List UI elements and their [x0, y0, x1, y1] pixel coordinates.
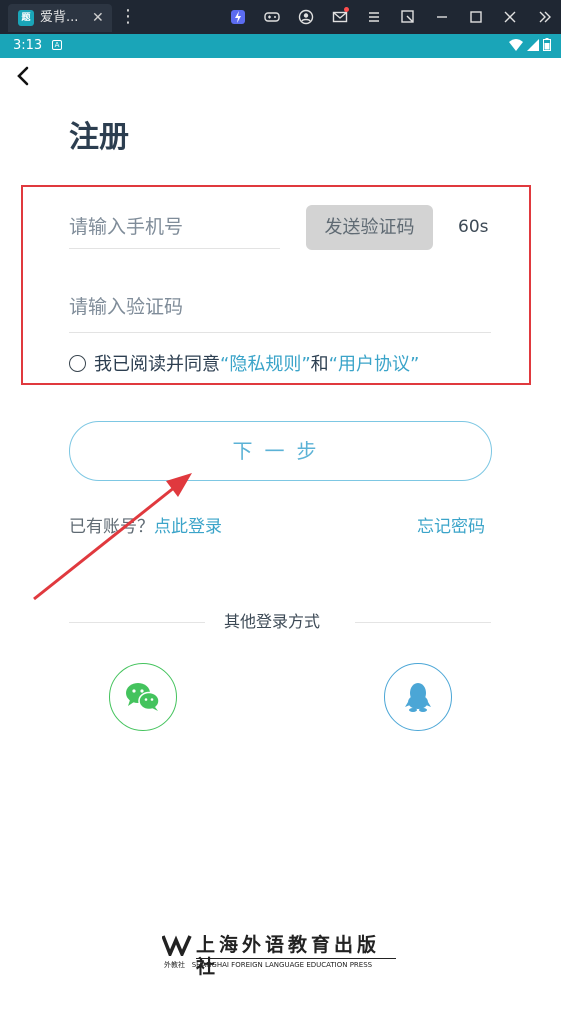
and-text: 和 [310, 354, 329, 375]
restore-window-icon[interactable] [391, 0, 425, 34]
login-link[interactable]: 点此登录 [154, 517, 222, 537]
emulator-title-bar: 题 爱背... ✕ ⋮ [0, 0, 561, 34]
publisher-english-name: SHANGHAI FOREIGN LANGUAGE EDUCATION PRES… [191, 961, 373, 969]
menu-icon[interactable] [357, 0, 391, 34]
back-button[interactable] [12, 64, 34, 88]
status-a-badge: A [52, 40, 62, 50]
publisher-name: 上海外语教育出版社 [196, 934, 381, 978]
user-agreement-link[interactable]: “用户协议” [329, 350, 420, 376]
wifi-icon [509, 38, 523, 51]
verification-code-input[interactable] [69, 281, 491, 333]
battery-icon [543, 38, 551, 51]
forgot-password-link[interactable]: 忘记密码 [417, 516, 485, 538]
publisher-w-logo-icon [162, 935, 192, 956]
divider-left [69, 622, 205, 623]
agreement-checkbox[interactable] [69, 354, 86, 372]
publisher-logo: 上海外语教育出版社 外教社 SHANGHAI FOREIGN LANGUAGE … [162, 934, 402, 978]
qq-icon [405, 683, 431, 712]
countdown-timer: 60s [458, 217, 489, 237]
privacy-policy-link[interactable]: “隐私规则” [220, 350, 311, 376]
android-status-bar: 3:13 A [0, 34, 561, 58]
page-title: 注册 [69, 120, 129, 155]
status-time: 3:13 [13, 38, 43, 53]
next-step-button[interactable]: 下一步 [69, 421, 492, 481]
have-account-row: 已有账号？点此登录 [69, 516, 222, 538]
tab-title: 爱背... [40, 10, 79, 25]
more-menu-icon[interactable]: ⋮ [119, 6, 137, 28]
publisher-english: 外教社 SHANGHAI FOREIGN LANGUAGE EDUCATION … [164, 960, 372, 970]
divider-right [355, 622, 491, 623]
publisher-short-name: 外教社 [164, 961, 185, 969]
agreement-row: 我已阅读并同意 “隐私规则” 和 “用户协议” [69, 351, 419, 375]
qq-login-button[interactable] [384, 663, 452, 731]
gamepad-icon[interactable] [255, 0, 289, 34]
boost-icon[interactable] [221, 0, 255, 34]
app-tab[interactable]: 题 爱背... ✕ [8, 4, 112, 32]
collapse-icon[interactable] [527, 0, 561, 34]
have-account-text: 已有账号？ [69, 517, 154, 537]
notification-dot [344, 7, 349, 12]
signal-icon [527, 38, 539, 51]
tab-close-icon[interactable]: ✕ [92, 9, 104, 27]
agreement-text: 我已阅读并同意 [94, 354, 220, 375]
phone-input[interactable] [69, 205, 280, 249]
minimize-icon[interactable] [425, 0, 459, 34]
account-icon[interactable] [289, 0, 323, 34]
other-login-label: 其他登录方式 [224, 612, 321, 631]
close-window-icon[interactable] [493, 0, 527, 34]
mail-icon[interactable] [323, 0, 357, 34]
wechat-icon [126, 683, 160, 711]
app-icon: 题 [18, 10, 34, 26]
maximize-icon[interactable] [459, 0, 493, 34]
wechat-login-button[interactable] [109, 663, 177, 731]
publisher-underline [196, 958, 396, 959]
chevron-left-icon [17, 66, 29, 86]
send-code-button[interactable]: 发送验证码 [306, 205, 433, 250]
